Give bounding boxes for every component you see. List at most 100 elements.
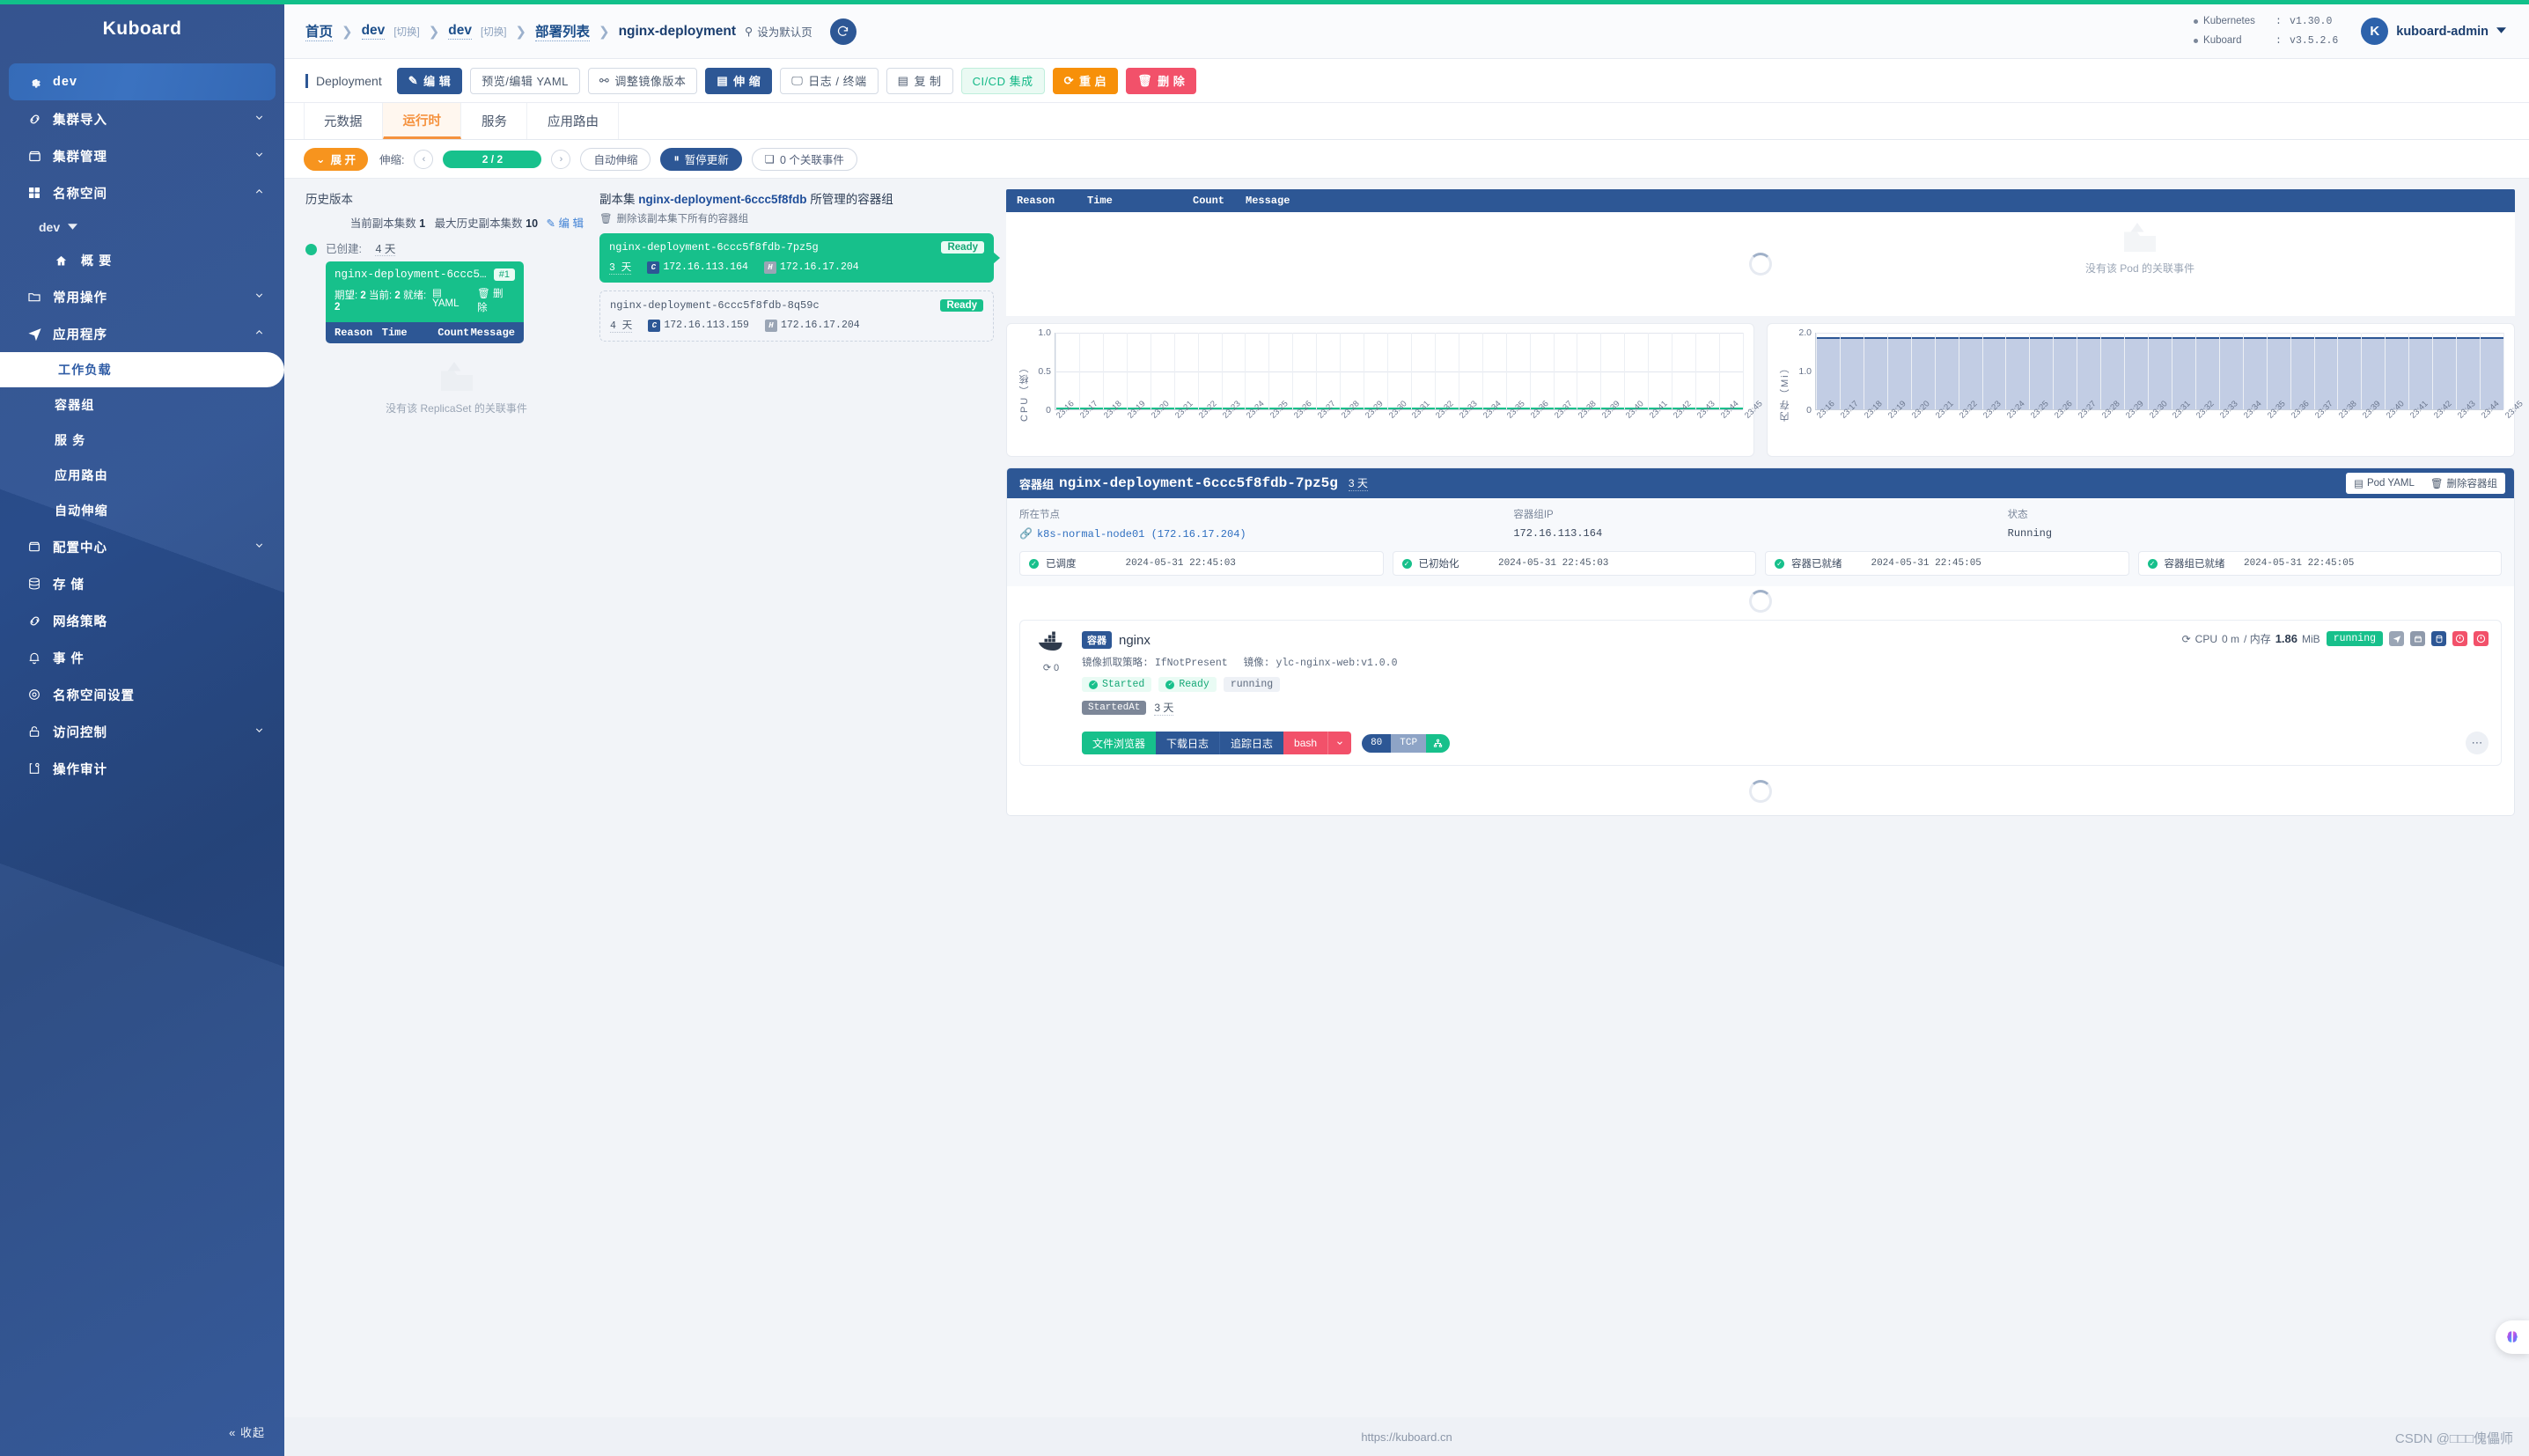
bash-button[interactable]: bash bbox=[1283, 732, 1327, 754]
alert-icon[interactable] bbox=[2474, 631, 2489, 646]
sidebar-item-workloads[interactable]: 工作负载 bbox=[0, 352, 284, 387]
tab-metadata[interactable]: 元数据 bbox=[304, 103, 383, 139]
sidebar-collapse-button[interactable]: « 收起 bbox=[229, 1423, 265, 1440]
pod-card-selected[interactable]: nginx-deployment-6ccc5f8fdb-7pz5g Ready … bbox=[599, 233, 994, 283]
created-label: 已创建: bbox=[326, 243, 362, 255]
sidebar-item-pods[interactable]: 容器组 bbox=[0, 387, 284, 423]
preview-yaml-button[interactable]: 预览/编辑 YAML bbox=[470, 68, 580, 94]
breadcrumb-switch-cluster[interactable]: [切换] bbox=[393, 25, 419, 39]
sidebar-item-ingress[interactable]: 应用路由 bbox=[0, 458, 284, 493]
pod-yaml-button[interactable]: ▤ Pod YAML bbox=[2346, 473, 2422, 494]
copy-button[interactable]: ▤ 复 制 bbox=[886, 68, 953, 94]
sidebar-item-applications[interactable]: 应用程序 bbox=[0, 315, 284, 352]
sidebar-item-access-control[interactable]: 访问控制 bbox=[0, 713, 284, 750]
col-reason: Reason bbox=[335, 327, 382, 339]
bash-dropdown-button[interactable] bbox=[1327, 732, 1351, 754]
sidebar-item-network-policy[interactable]: 网络策略 bbox=[0, 602, 284, 639]
ai-assistant-fab[interactable] bbox=[2496, 1320, 2529, 1354]
user-menu[interactable]: K kuboard-admin bbox=[2361, 18, 2506, 45]
sidebar-item-label: 操作审计 bbox=[53, 760, 265, 778]
set-default-page-button[interactable]: ⚲ 设为默认页 bbox=[745, 23, 812, 40]
pause-update-button[interactable]: ⏸ 暂停更新 bbox=[660, 148, 741, 171]
cpu-plot: 23:1623:1723:1823:1923:2023:2123:2223:23… bbox=[1055, 333, 1743, 451]
grid-line bbox=[1743, 333, 1744, 409]
more-horizontal-icon[interactable]: ⋯ bbox=[2466, 732, 2489, 754]
rs-yaml-button[interactable]: ▤ YAML bbox=[432, 286, 470, 314]
breadcrumb-cluster[interactable]: dev bbox=[362, 23, 386, 40]
sidebar-item-autoscaling[interactable]: 自动伸缩 bbox=[0, 493, 284, 528]
history-edit-button[interactable]: ✎ 编 辑 bbox=[547, 217, 584, 230]
grid-line bbox=[1079, 333, 1080, 409]
logs-terminal-button[interactable]: 🖵 日志 / 终端 bbox=[780, 68, 878, 94]
delete-all-pods-button[interactable]: 🗑 删除该副本集下所有的容器组 bbox=[599, 211, 994, 225]
container-started-row: StartedAt 3 天 bbox=[1082, 700, 2489, 716]
pull-policy: 镜像抓取策略: IfNotPresent bbox=[1082, 655, 1228, 669]
breadcrumb-home[interactable]: 首页 bbox=[305, 21, 333, 41]
grid-line bbox=[1340, 333, 1341, 409]
pod-card[interactable]: nginx-deployment-6ccc5f8fdb-8q59c Ready … bbox=[599, 290, 994, 342]
condition-scheduled: ✓ 已调度 2024-05-31 22:45:03 bbox=[1019, 551, 1384, 576]
related-events-button[interactable]: ❏ 0 个关联事件 bbox=[752, 148, 857, 171]
pod-delete-button[interactable]: 🗑 删除容器组 bbox=[2422, 473, 2505, 494]
database-icon bbox=[23, 577, 46, 591]
delete-button[interactable]: 🗑 删 除 bbox=[1126, 68, 1196, 94]
tab-runtime[interactable]: 运行时 bbox=[383, 103, 462, 139]
network-icon[interactable] bbox=[1426, 734, 1450, 753]
sidebar-item-cluster-manage[interactable]: 集群管理 bbox=[0, 137, 284, 174]
sidebar-item-cluster-dev[interactable]: dev bbox=[9, 63, 276, 100]
scale-increase-button[interactable]: › bbox=[551, 150, 570, 169]
download-logs-button[interactable]: 下载日志 bbox=[1156, 732, 1219, 754]
collapse-label: 收起 bbox=[240, 1426, 265, 1439]
mem-value: 1.86 bbox=[2275, 632, 2297, 645]
restart-button[interactable]: ⟳ 重 启 bbox=[1053, 68, 1119, 94]
edit-button[interactable]: ✎ 编 辑 bbox=[397, 68, 463, 94]
sidebar-item-common-ops[interactable]: 常用操作 bbox=[0, 278, 284, 315]
scale-decrease-button[interactable]: ‹ bbox=[414, 150, 433, 169]
cicd-button[interactable]: CI/CD 集成 bbox=[961, 68, 1045, 94]
sidebar-item-namespace[interactable]: 名称空间 bbox=[0, 174, 284, 211]
chevron-up-icon bbox=[254, 186, 265, 201]
autoscale-button[interactable]: 自动伸缩 bbox=[580, 148, 651, 171]
sidebar-item-cluster-import[interactable]: 集群导入 bbox=[0, 100, 284, 137]
tab-services[interactable]: 服务 bbox=[461, 103, 527, 139]
pin-icon: ⚲ bbox=[745, 25, 753, 38]
history-meta: 当前副本集数 1 最大历史副本集数 10 ✎ 编 辑 bbox=[305, 214, 587, 231]
sidebar-item-overview[interactable]: 概 要 bbox=[0, 243, 284, 278]
mem-y-axis-label: 内存（Mi） bbox=[1778, 333, 1792, 451]
sidebar-item-events[interactable]: 事 件 bbox=[0, 639, 284, 676]
follow-logs-button[interactable]: 追踪日志 bbox=[1219, 732, 1283, 754]
check-icon: ✓ bbox=[1165, 680, 1174, 689]
sidebar-item-label: 服 务 bbox=[55, 431, 86, 449]
pod-age: 4 天 bbox=[610, 318, 632, 333]
sidebar-item-audit[interactable]: 操作审计 bbox=[0, 750, 284, 787]
breadcrumb-namespace[interactable]: dev bbox=[448, 23, 472, 40]
refresh-icon[interactable] bbox=[830, 18, 856, 45]
expand-button[interactable]: ⌄ 展 开 bbox=[304, 148, 368, 171]
box-icon[interactable] bbox=[2410, 631, 2425, 646]
send-icon[interactable] bbox=[2389, 631, 2404, 646]
breadcrumb-deployments[interactable]: 部署列表 bbox=[535, 21, 590, 41]
y-tick: 1.0 bbox=[1798, 366, 1812, 377]
panel-loading-row bbox=[1007, 775, 2514, 815]
sidebar-item-config-center[interactable]: 配置中心 bbox=[0, 528, 284, 565]
file-browser-button[interactable]: 文件浏览器 bbox=[1082, 732, 1156, 754]
scale-button[interactable]: ▤ 伸 缩 bbox=[705, 68, 772, 94]
adjust-image-button[interactable]: ⚯ 调整镜像版本 bbox=[588, 68, 697, 94]
sidebar-item-namespace-settings[interactable]: 名称空间设置 bbox=[0, 676, 284, 713]
sidebar-item-services[interactable]: 服 务 bbox=[0, 423, 284, 458]
version-value: v1.30.0 bbox=[2290, 12, 2332, 31]
tab-ingress[interactable]: 应用路由 bbox=[527, 103, 619, 139]
container-port-group[interactable]: 80 TCP bbox=[1362, 734, 1450, 753]
alert-icon[interactable] bbox=[2452, 631, 2467, 646]
database-icon[interactable] bbox=[2431, 631, 2446, 646]
rs-delete-button[interactable]: 🗑 删 除 bbox=[477, 286, 515, 314]
sidebar-item-storage[interactable]: 存 储 bbox=[0, 565, 284, 602]
breadcrumb-switch-namespace[interactable]: [切换] bbox=[481, 25, 506, 39]
col-time: Time bbox=[382, 327, 437, 339]
breadcrumb-current: nginx-deployment bbox=[619, 24, 736, 40]
namespace-selector[interactable]: dev bbox=[0, 211, 284, 243]
node-link[interactable]: 🔗 k8s-normal-node01 (172.16.17.204) bbox=[1019, 527, 1513, 540]
replicaset-card[interactable]: nginx-deployment-6ccc5… #1 期望: 2 当前: bbox=[326, 261, 524, 343]
metrics-charts: CPU（核） 1.0 0.5 0 bbox=[1006, 323, 2515, 457]
footer: https://kuboard.cn bbox=[284, 1417, 2529, 1456]
